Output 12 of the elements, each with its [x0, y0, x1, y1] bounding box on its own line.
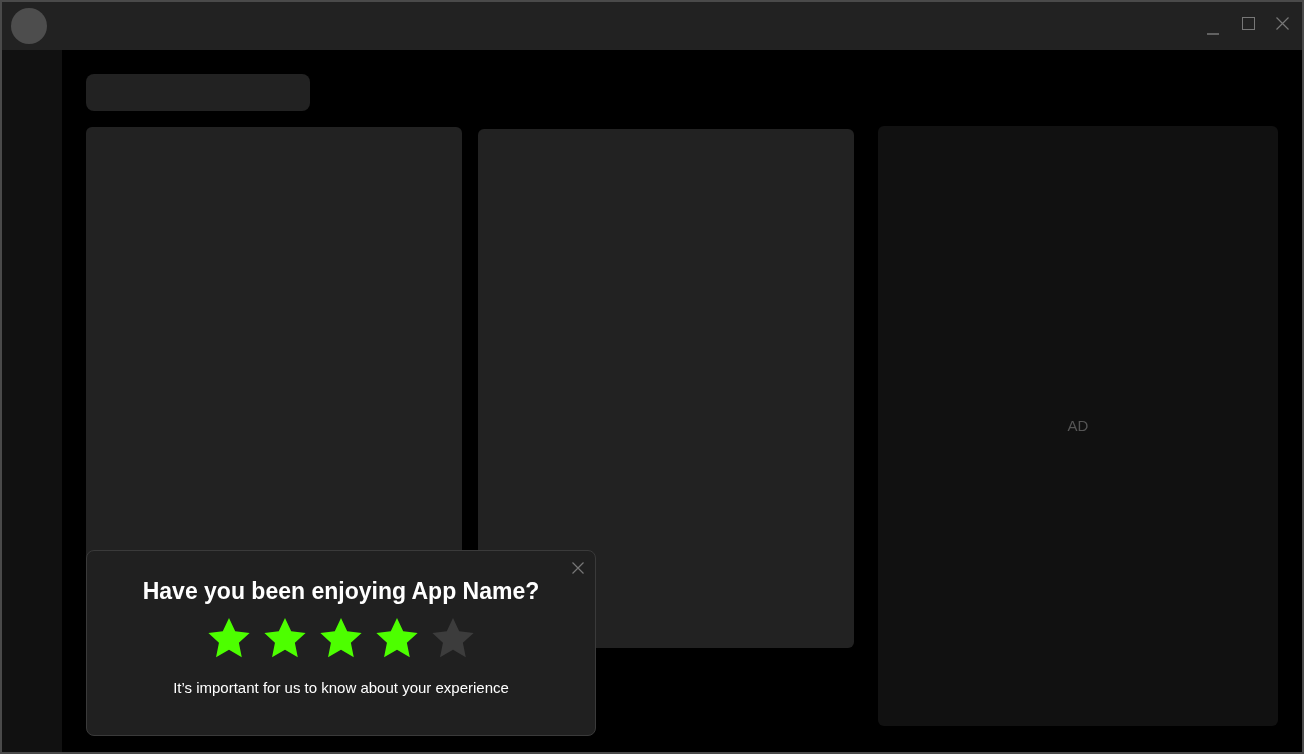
maximize-icon[interactable] — [1242, 16, 1255, 30]
close-icon[interactable] — [572, 562, 584, 574]
star-empty-icon[interactable] — [431, 617, 475, 659]
popup-message: It’s important for us to know about your experience — [173, 678, 509, 698]
star-filled-icon[interactable] — [207, 617, 251, 659]
star-rating[interactable] — [207, 617, 475, 659]
star-filled-icon[interactable] — [263, 617, 307, 659]
star-filled-icon[interactable] — [319, 617, 363, 659]
close-icon[interactable] — [1276, 16, 1289, 30]
ad-label: AD — [1067, 415, 1089, 436]
star-filled-icon[interactable] — [375, 617, 419, 659]
popup-title: Have you been enjoying App Name? — [142, 577, 540, 606]
